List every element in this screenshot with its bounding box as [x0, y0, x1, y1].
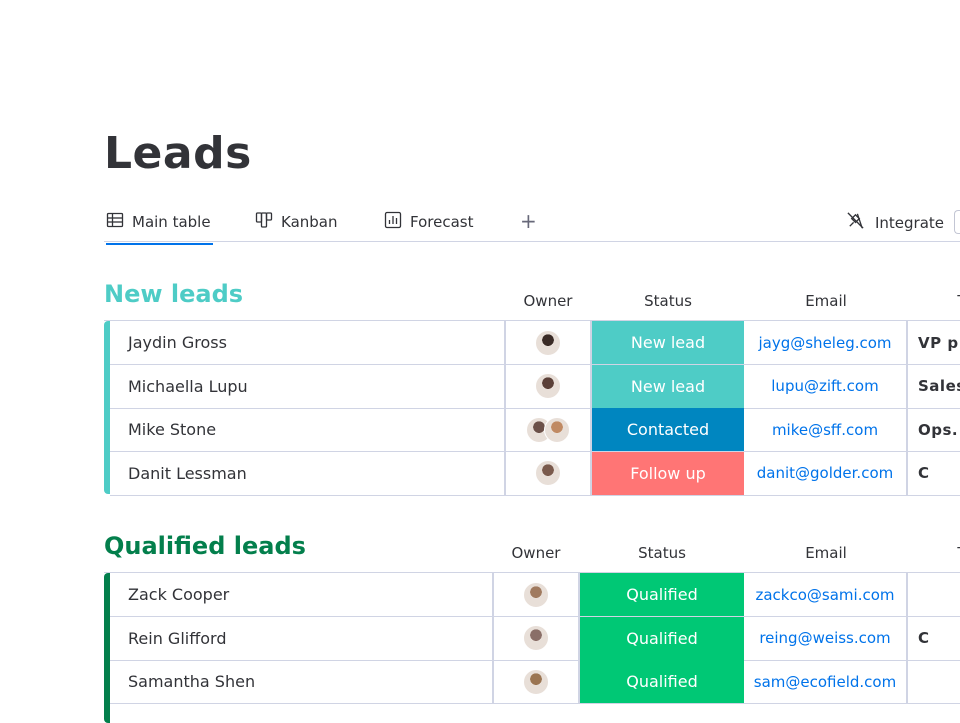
table-row[interactable]: Rein Glifford Qualified reing@weiss.com C [110, 616, 960, 661]
column-header-owner[interactable]: Owner [494, 544, 578, 562]
column-header-owner[interactable]: Owner [506, 292, 590, 310]
lead-name-cell[interactable]: Jaydin Gross [110, 321, 506, 364]
status-cell[interactable]: Qualified [580, 573, 744, 616]
job-title-cell[interactable] [908, 660, 960, 703]
tab-label: Kanban [281, 213, 338, 231]
column-header-status[interactable]: Status [592, 292, 744, 310]
email-link[interactable]: zackco@sami.com [744, 573, 908, 616]
status-cell[interactable]: Contacted [592, 408, 744, 451]
group-title: Qualified leads [104, 532, 306, 560]
column-header-email[interactable]: Email [744, 544, 908, 562]
email-link[interactable]: danit@golder.com [744, 451, 908, 495]
owner-cell[interactable] [494, 616, 580, 660]
tab-kanban[interactable]: Kanban [255, 211, 338, 233]
owner-cell[interactable] [506, 451, 592, 495]
tab-label: Main table [132, 213, 211, 231]
lead-name-cell[interactable]: Samantha Shen [110, 660, 494, 703]
tab-forecast[interactable]: Forecast [384, 211, 473, 233]
job-title-cell[interactable]: Ops. [908, 408, 960, 451]
table-row[interactable]: Mike Stone Contacted mike@sff.com Ops. [110, 408, 960, 452]
avatar[interactable] [535, 329, 561, 356]
email-link[interactable]: jayg@sheleg.com [744, 321, 908, 364]
status-cell[interactable]: New lead [592, 364, 744, 408]
table-row[interactable]: Zack Cooper Qualified zackco@sami.com [110, 573, 960, 617]
job-title-cell[interactable]: C [908, 617, 960, 660]
owner-cell[interactable] [506, 408, 592, 451]
group-new-leads: New leads Owner Status Email T Jaydin Gr… [104, 280, 960, 496]
table-row[interactable]: Danit Lessman Follow up danit@golder.com C [110, 451, 960, 496]
status-cell[interactable]: New lead [592, 321, 744, 364]
avatar[interactable] [544, 416, 570, 443]
status-cell[interactable]: Qualified [580, 660, 744, 703]
owner-cell[interactable] [494, 660, 580, 703]
email-link[interactable]: reing@weiss.com [744, 616, 908, 660]
table-icon [106, 211, 124, 233]
integrate-button[interactable]: Integrate [846, 211, 944, 234]
column-header-title[interactable]: T [952, 292, 960, 310]
owner-cell[interactable] [506, 364, 592, 408]
view-tabs: Main table Kanban Forecast + Integrate [104, 204, 960, 245]
lead-name-cell[interactable]: Danit Lessman [110, 451, 506, 495]
group-title: New leads [104, 280, 244, 308]
job-title-cell[interactable]: Sales [908, 365, 960, 408]
avatar[interactable] [523, 668, 549, 695]
email-link[interactable]: lupu@zift.com [744, 364, 908, 408]
email-link[interactable]: mike@sff.com [744, 408, 908, 451]
add-view-button[interactable]: + [520, 209, 537, 233]
job-title-cell[interactable] [908, 573, 960, 616]
lead-name-cell[interactable]: Zack Cooper [110, 573, 494, 616]
owner-cell[interactable] [506, 321, 592, 364]
automate-button[interactable] [954, 210, 960, 234]
table-row[interactable]: Samantha Shen Qualified sam@ecofield.com [110, 660, 960, 704]
avatar[interactable] [535, 373, 561, 399]
status-cell[interactable]: Follow up [592, 451, 744, 495]
page-title: Leads [104, 128, 252, 179]
tab-main-table[interactable]: Main table [106, 211, 213, 245]
table-row[interactable]: Jaydin Gross New lead jayg@sheleg.com VP p [110, 321, 960, 365]
status-cell[interactable]: Qualified [580, 616, 744, 660]
integrate-icon [846, 211, 865, 234]
avatar[interactable] [523, 625, 549, 651]
lead-name-cell[interactable]: Michaella Lupu [110, 364, 506, 408]
group-qualified-leads: Qualified leads Owner Status Email T Zac… [104, 532, 960, 723]
chart-icon [384, 211, 402, 233]
lead-name-cell[interactable]: Rein Glifford [110, 616, 494, 660]
job-title-cell[interactable]: C [908, 452, 960, 495]
column-header-status[interactable]: Status [580, 544, 744, 562]
lead-name-cell[interactable]: Mike Stone [110, 408, 506, 451]
email-link[interactable]: sam@ecofield.com [744, 660, 908, 703]
avatar[interactable] [535, 460, 561, 486]
owner-cell[interactable] [494, 573, 580, 616]
kanban-icon [255, 211, 273, 233]
group-rows: Jaydin Gross New lead jayg@sheleg.com VP pM… [104, 320, 960, 496]
integrate-label: Integrate [875, 213, 945, 232]
tab-label: Forecast [410, 213, 474, 231]
table-row[interactable]: Michaella Lupu New leadlupu@zift.comSales [110, 364, 960, 409]
job-title-cell[interactable]: VP p [908, 321, 960, 364]
avatar[interactable] [523, 581, 549, 608]
column-header-email[interactable]: Email [744, 292, 908, 310]
group-rows: Zack Cooper Qualified zackco@sami.com Rein … [104, 572, 960, 723]
column-header-title[interactable]: T [952, 544, 960, 562]
